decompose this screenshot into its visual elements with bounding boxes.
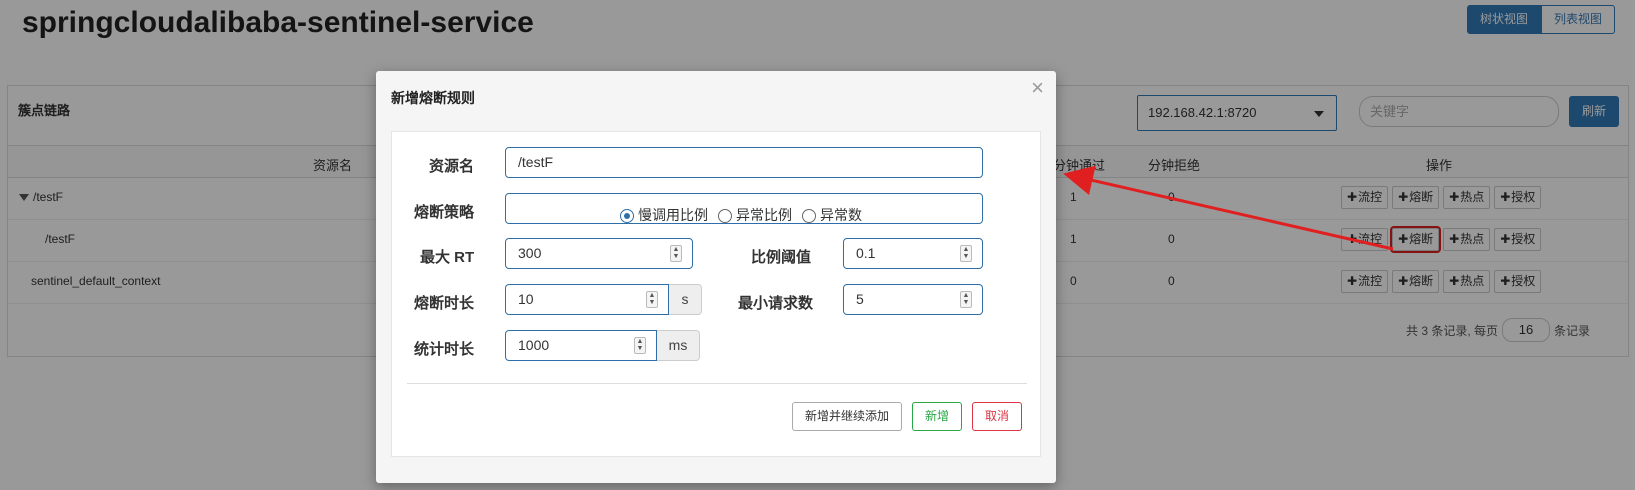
resource-label: 资源名 xyxy=(429,158,475,175)
duration-label: 熔断时长 xyxy=(414,295,475,312)
ratio-label: 比例阈值 xyxy=(751,249,812,266)
duration-input[interactable]: 10 ▲ ▼ xyxy=(505,284,669,315)
max-rt-value: 300 xyxy=(518,245,542,261)
spinner-icon[interactable]: ▲ ▼ xyxy=(634,337,646,354)
radio-label: 异常比例 xyxy=(736,207,792,223)
stat-interval-label: 统计时长 xyxy=(414,341,475,358)
modal-form: 资源名 /testF 熔断策略 慢调用比例 异常比例 异常数 最大 RT 300… xyxy=(391,131,1041,457)
resource-input[interactable]: /testF xyxy=(505,147,983,178)
duration-unit: s xyxy=(669,284,702,315)
add-button[interactable]: 新增 xyxy=(912,402,962,431)
degrade-rule-modal: 新增熔断规则 × 资源名 /testF 熔断策略 慢调用比例 异常比例 异常数 … xyxy=(376,71,1056,483)
max-rt-input[interactable]: 300 ▲ ▼ xyxy=(505,238,693,269)
strategy-radio-group: 慢调用比例 异常比例 异常数 xyxy=(620,201,862,230)
radio-label: 慢调用比例 xyxy=(638,207,708,223)
radio-checked-icon xyxy=(620,208,634,223)
radio-label: 异常数 xyxy=(820,207,862,223)
ratio-input[interactable]: 0.1 ▲ ▼ xyxy=(843,238,983,269)
spinner-icon[interactable]: ▲ ▼ xyxy=(960,291,972,308)
strategy-error-ratio-radio[interactable]: 异常比例 xyxy=(718,201,792,230)
min-request-input[interactable]: 5 ▲ ▼ xyxy=(843,284,983,315)
add-and-continue-button[interactable]: 新增并继续添加 xyxy=(792,402,902,431)
max-rt-label: 最大 RT xyxy=(420,249,475,266)
modal-title: 新增熔断规则 xyxy=(391,90,475,106)
stat-interval-unit: ms xyxy=(657,330,700,361)
spinner-icon[interactable]: ▲ ▼ xyxy=(670,245,682,262)
radio-unchecked-icon xyxy=(802,208,816,223)
strategy-group: 慢调用比例 异常比例 异常数 xyxy=(505,193,983,224)
min-request-value: 5 xyxy=(856,291,864,307)
min-request-label: 最小请求数 xyxy=(738,295,814,312)
strategy-label: 熔断策略 xyxy=(414,204,475,221)
stat-interval-value: 1000 xyxy=(518,337,550,353)
stat-interval-input[interactable]: 1000 ▲ ▼ xyxy=(505,330,657,361)
duration-value: 10 xyxy=(518,291,534,307)
spinner-icon[interactable]: ▲ ▼ xyxy=(646,291,658,308)
strategy-slow-ratio-radio[interactable]: 慢调用比例 xyxy=(620,201,708,230)
ratio-value: 0.1 xyxy=(856,245,876,261)
close-icon[interactable]: × xyxy=(1031,75,1044,101)
radio-unchecked-icon xyxy=(718,208,732,223)
strategy-error-count-radio[interactable]: 异常数 xyxy=(802,201,862,230)
cancel-button[interactable]: 取消 xyxy=(972,402,1022,431)
spinner-icon[interactable]: ▲ ▼ xyxy=(960,245,972,262)
divider xyxy=(407,383,1027,384)
